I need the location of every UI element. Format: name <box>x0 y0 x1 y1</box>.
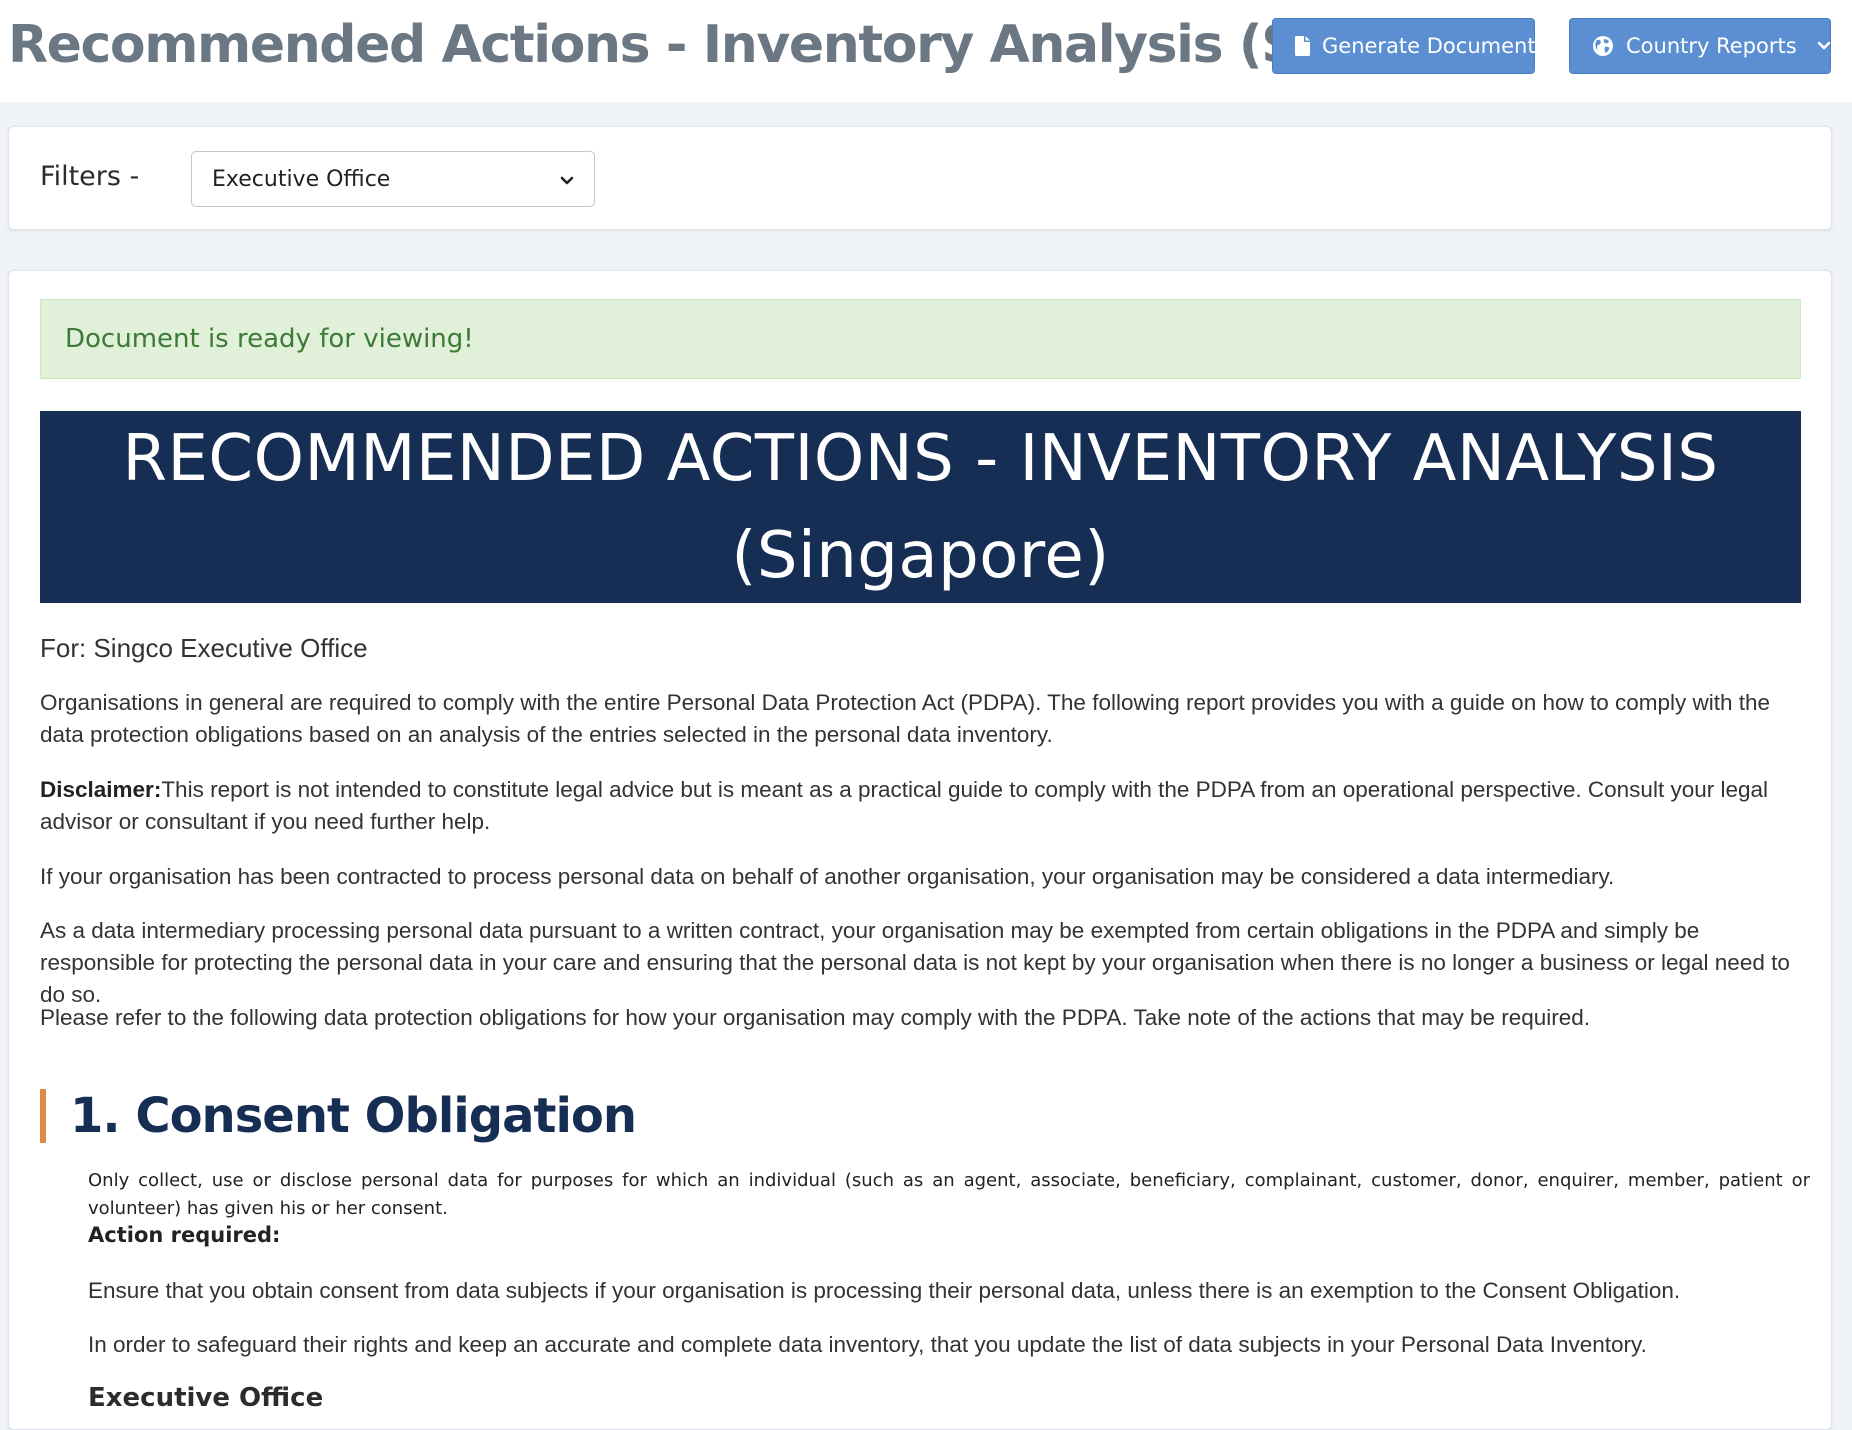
generate-document-button[interactable]: Generate Document <box>1272 18 1536 74</box>
disclaimer-label: Disclaimer: <box>40 777 162 802</box>
disclaimer-text: This report is not intended to constitut… <box>40 777 1769 834</box>
intermediary-exemption-paragraph: As a data intermediary processing person… <box>40 918 1790 1007</box>
globe-icon <box>1592 35 1614 57</box>
filters-card: Filters - Executive Office <box>8 126 1832 230</box>
chevron-down-icon <box>560 167 574 192</box>
success-alert: Document is ready for viewing! <box>40 299 1801 379</box>
disclaimer-paragraph: Disclaimer:This report is not intended t… <box>40 774 1812 838</box>
action-required-label: Action required: <box>88 1223 281 1247</box>
banner-country: (Singapore) <box>731 519 1110 593</box>
file-icon <box>1295 36 1310 56</box>
top-header: Recommended Actions - Inventory Analysis… <box>0 0 1852 102</box>
department-filter-value: Executive Office <box>212 166 391 192</box>
document-card: Document is ready for viewing! RECOMMEND… <box>8 270 1832 1430</box>
banner-title: RECOMMENDED ACTIONS - INVENTORY ANALYSIS <box>122 422 1719 496</box>
refer-paragraph: Please refer to the following data prote… <box>40 1005 1591 1030</box>
country-reports-button[interactable]: Country Reports <box>1569 18 1831 74</box>
department-subheading: Executive Office <box>88 1383 324 1413</box>
section-heading-consent: 1. Consent Obligation <box>40 1089 637 1143</box>
country-reports-label: Country Reports <box>1626 34 1797 58</box>
intermediary-paragraph: If your organisation has been contracted… <box>40 864 1615 889</box>
report-banner: RECOMMENDED ACTIONS - INVENTORY ANALYSIS… <box>40 411 1801 603</box>
filters-label: Filters - <box>40 161 140 192</box>
chevron-down-icon <box>1817 41 1831 51</box>
report-recipient: For: Singco Executive Office <box>40 633 368 663</box>
department-filter-select[interactable]: Executive Office <box>191 151 595 207</box>
intro-paragraph: Organisations in general are required to… <box>40 690 1771 747</box>
page-title: Recommended Actions - Inventory Analysis… <box>8 15 1362 75</box>
action-paragraph-consent: Ensure that you obtain consent from data… <box>88 1278 1681 1303</box>
action-paragraph-inventory: In order to safeguard their rights and k… <box>88 1332 1647 1357</box>
consent-description: Only collect, use or disclose personal d… <box>88 1170 1810 1219</box>
generate-document-label: Generate Document <box>1322 34 1536 58</box>
